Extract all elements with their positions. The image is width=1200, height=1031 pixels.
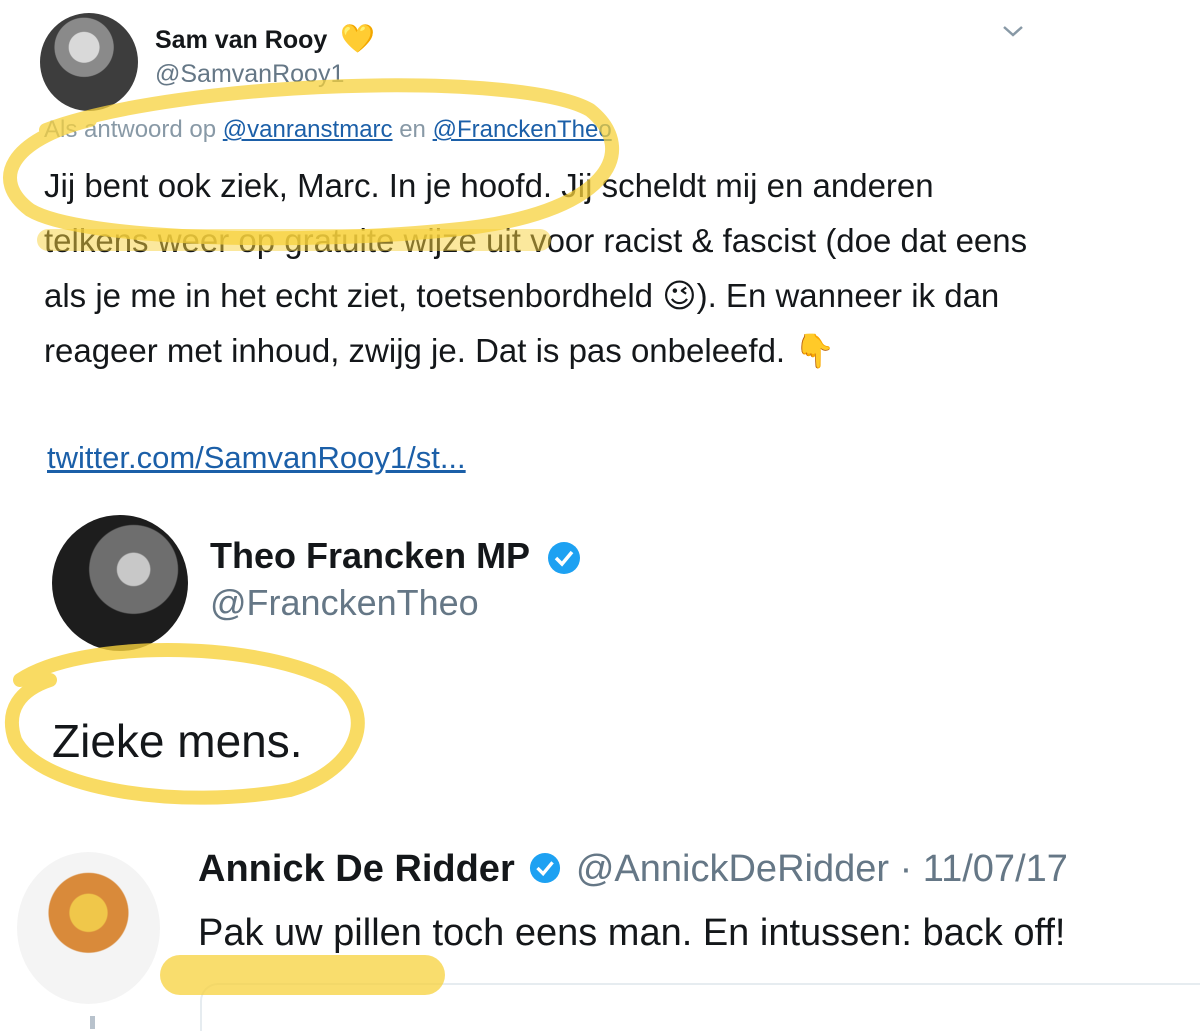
tweet1-author-handle[interactable]: @SamvanRooy1 <box>155 60 344 89</box>
tweet2-text: Zieke mens. <box>52 715 303 767</box>
avatar-annick-de-ridder[interactable] <box>17 852 160 1004</box>
heart-emoji-icon: 💛 <box>340 23 375 54</box>
tweet3-text: Pak uw pillen toch eens man. En intussen… <box>198 912 1066 954</box>
tweet1-link[interactable]: twitter.com/SamvanRooy1/st... <box>47 440 466 476</box>
thread-line <box>90 1016 95 1029</box>
reply-prefix: Als antwoord op <box>44 116 217 143</box>
quoted-tweet-border[interactable] <box>200 983 1200 1031</box>
verified-badge-icon <box>548 542 580 574</box>
mention-franckentheo[interactable]: @FranckenTheo <box>433 116 612 143</box>
reply-and: en <box>399 116 426 143</box>
tweet1-text: Jij bent ook ziek, Marc. In je hoofd. Ji… <box>44 167 1028 369</box>
tweet2-author-handle[interactable]: @FranckenTheo <box>210 582 479 624</box>
reply-context: Als antwoord op @vanranstmarc en @Franck… <box>44 116 612 144</box>
chevron-down-icon[interactable] <box>1000 20 1026 42</box>
mention-vanranstmarc[interactable]: @vanranstmarc <box>223 116 393 143</box>
tweet3-header: Annick De Ridder @AnnickDeRidder · 11/07… <box>198 848 1068 891</box>
avatar-sam-van-rooy[interactable] <box>40 13 138 111</box>
tweet1-author-name[interactable]: Sam van Rooy <box>155 26 327 55</box>
tweet3-author-handle[interactable]: @AnnickDeRidder <box>576 848 889 890</box>
avatar-theo-francken[interactable] <box>52 515 188 651</box>
tweet3-author-name[interactable]: Annick De Ridder <box>198 848 515 890</box>
tweet2-author-name[interactable]: Theo Francken MP <box>210 535 530 577</box>
verified-badge-icon <box>530 852 561 884</box>
tweet3-date[interactable]: · 11/07/17 <box>900 848 1068 890</box>
